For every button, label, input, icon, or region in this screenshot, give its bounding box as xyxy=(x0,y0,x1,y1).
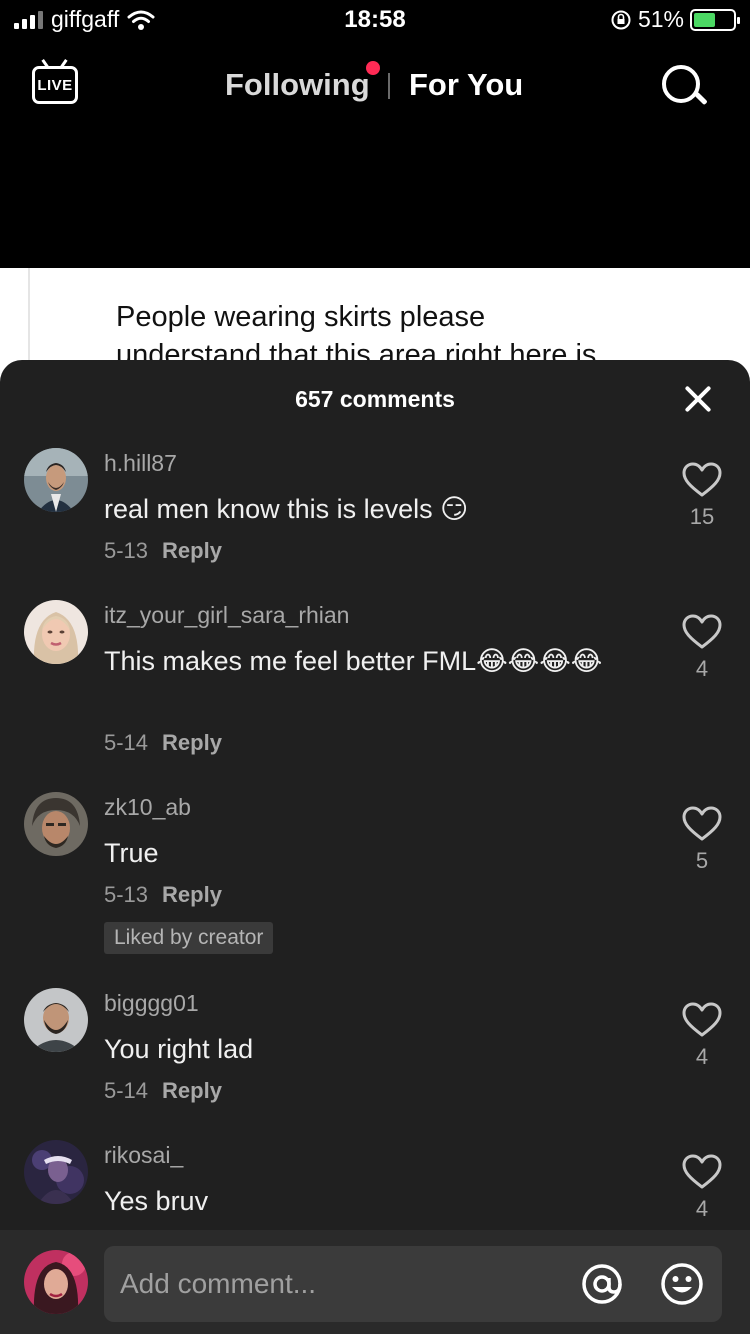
comment-input-bar xyxy=(0,1230,750,1334)
tweet-line-1: People wearing skirts please xyxy=(116,301,486,333)
reply-button[interactable]: Reply xyxy=(162,538,222,563)
liked-by-creator-badge: Liked by creator xyxy=(104,922,274,954)
comment-field[interactable] xyxy=(104,1246,722,1322)
comment-username[interactable]: zk10_ab xyxy=(104,794,191,821)
heart-outline-icon[interactable] xyxy=(682,614,722,650)
reply-button[interactable]: Reply xyxy=(162,1078,222,1103)
at-sign-icon[interactable] xyxy=(580,1262,624,1306)
avatar[interactable] xyxy=(24,600,88,664)
heart-outline-icon[interactable] xyxy=(682,462,722,498)
tab-following[interactable]: Following xyxy=(225,67,370,103)
top-nav: LIVE Following For You xyxy=(0,55,750,115)
like-count: 4 xyxy=(695,656,709,681)
comment-username[interactable]: h.hill87 xyxy=(104,450,177,477)
live-button[interactable]: LIVE xyxy=(30,57,80,107)
reply-button[interactable]: Reply xyxy=(162,882,222,907)
like-count: 15 xyxy=(689,504,715,529)
comment-username[interactable]: bigggg01 xyxy=(104,990,199,1017)
comments-count: 657 comments xyxy=(295,386,455,412)
tab-for-you[interactable]: For You xyxy=(409,67,523,103)
search-handle xyxy=(694,91,708,106)
battery-icon xyxy=(690,8,740,31)
avatar[interactable] xyxy=(24,448,88,512)
comment-meta: 5-13 Reply xyxy=(104,538,222,564)
status-bar: giffgaff 18:58 51% xyxy=(0,0,750,44)
comment-date: 5-13 xyxy=(104,538,149,563)
comment-text: You right lad xyxy=(104,1034,254,1064)
avatar[interactable] xyxy=(24,988,88,1052)
battery-percent: 51% xyxy=(637,6,684,32)
reply-button[interactable]: Reply xyxy=(162,730,222,755)
comment-date: 5-14 xyxy=(104,730,149,755)
heart-outline-icon[interactable] xyxy=(682,1002,722,1038)
status-right: 51% xyxy=(610,6,740,33)
avatar[interactable] xyxy=(24,792,88,856)
heart-outline-icon[interactable] xyxy=(682,806,722,842)
live-label: LIVE xyxy=(37,77,73,94)
comment-date: 5-13 xyxy=(104,882,149,907)
search-icon xyxy=(662,65,700,103)
orientation-lock-icon xyxy=(611,10,631,29)
comment-meta: 5-13 Reply xyxy=(104,882,222,908)
comment-meta: 5-14 Reply xyxy=(104,1078,222,1104)
comment-text: This makes me feel better FML😂😂😂😂 xyxy=(104,646,603,676)
notification-dot xyxy=(366,61,380,75)
like-count: 5 xyxy=(695,848,709,873)
comment-username[interactable]: rikosai_ xyxy=(104,1142,183,1169)
comment-text: True xyxy=(104,838,159,868)
close-button[interactable] xyxy=(678,380,718,420)
comments-sheet: 657 comments h.hill87 real men know this… xyxy=(0,360,750,1334)
my-avatar xyxy=(24,1250,88,1314)
heart-outline-icon[interactable] xyxy=(682,1154,722,1190)
comment-text: real men know this is levels 😏 xyxy=(104,494,469,524)
comment-input[interactable] xyxy=(120,1262,560,1306)
comment-meta: 5-14 Reply xyxy=(104,730,222,756)
search-button[interactable] xyxy=(660,63,708,111)
like-count: 4 xyxy=(695,1044,709,1069)
tab-divider xyxy=(388,73,390,99)
comment-text: Yes bruv xyxy=(104,1186,209,1216)
comment-date: 5-14 xyxy=(104,1078,149,1103)
smiley-icon[interactable] xyxy=(660,1262,704,1306)
comment-username[interactable]: itz_your_girl_sara_rhian xyxy=(104,602,349,629)
avatar[interactable] xyxy=(24,1140,88,1204)
like-count: 4 xyxy=(695,1196,709,1221)
